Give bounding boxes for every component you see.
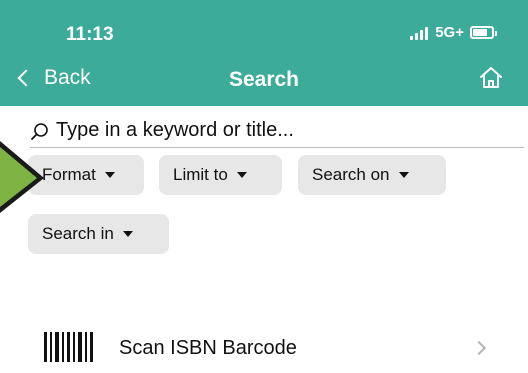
barcode-icon [44, 332, 93, 362]
caret-down-icon [104, 172, 115, 178]
home-icon [480, 67, 502, 88]
limit-to-filter-label: Limit to [173, 165, 228, 184]
caret-down-icon [122, 231, 133, 237]
chevron-left-icon [17, 69, 35, 87]
scan-isbn-label: Scan ISBN Barcode [119, 337, 297, 359]
search-in-filter[interactable]: Search in [28, 214, 169, 254]
battery-level [473, 29, 488, 36]
signal-icon [410, 26, 430, 40]
scan-isbn-row[interactable]: Scan ISBN Barcode [0, 326, 528, 370]
caret-down-icon [398, 172, 409, 178]
chevron-right-icon [471, 340, 487, 356]
status-time: 11:13 [66, 24, 114, 45]
search-on-filter[interactable]: Search on [298, 155, 446, 195]
battery-icon [470, 26, 497, 39]
header: 11:13 5G+ Back Search [0, 0, 528, 106]
limit-to-filter[interactable]: Limit to [159, 155, 282, 195]
format-filter-label: Format [42, 165, 96, 184]
search-on-filter-label: Search on [312, 165, 390, 184]
search-in-filter-label: Search in [42, 224, 114, 243]
home-button[interactable] [478, 66, 504, 90]
back-label: Back [44, 66, 91, 89]
status-indicators: 5G+ [410, 24, 497, 41]
caret-down-icon [236, 172, 247, 178]
network-label: 5G+ [435, 24, 464, 41]
back-button[interactable]: Back [17, 66, 91, 90]
format-filter[interactable]: Format [28, 155, 144, 195]
search-input[interactable] [56, 119, 496, 142]
search-icon [31, 122, 48, 140]
search-bar[interactable] [30, 114, 524, 148]
